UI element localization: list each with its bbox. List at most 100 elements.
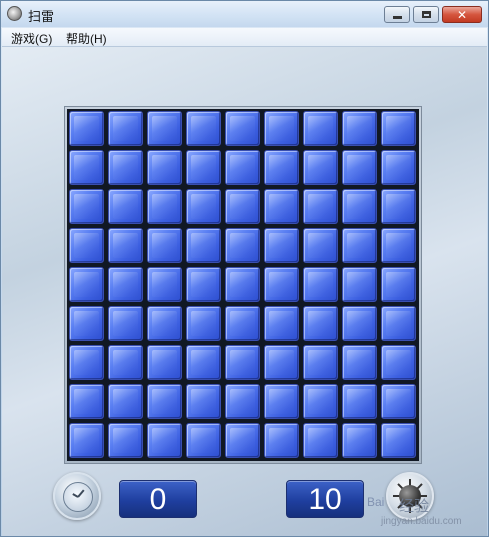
mine-cell[interactable] bbox=[108, 423, 143, 458]
mine-cell[interactable] bbox=[342, 111, 377, 146]
mine-cell[interactable] bbox=[381, 306, 416, 341]
maximize-icon bbox=[421, 11, 431, 18]
mine-cell[interactable] bbox=[108, 345, 143, 380]
clock-face bbox=[63, 482, 93, 512]
mine-cell[interactable] bbox=[186, 189, 221, 224]
mine-cell[interactable] bbox=[69, 345, 104, 380]
mine-cell[interactable] bbox=[264, 267, 299, 302]
mine-cell[interactable] bbox=[303, 384, 338, 419]
mine-cell[interactable] bbox=[264, 111, 299, 146]
mine-cell[interactable] bbox=[225, 111, 260, 146]
mine-cell[interactable] bbox=[108, 111, 143, 146]
mine-cell[interactable] bbox=[147, 267, 182, 302]
mine-cell[interactable] bbox=[147, 384, 182, 419]
mine-cell[interactable] bbox=[147, 111, 182, 146]
mine-cell[interactable] bbox=[381, 384, 416, 419]
menu-game[interactable]: 游戏(G) bbox=[11, 30, 52, 47]
mine-cell[interactable] bbox=[69, 423, 104, 458]
clock-icon bbox=[53, 472, 101, 520]
minimize-button[interactable] bbox=[384, 6, 410, 23]
mine-cell[interactable] bbox=[108, 267, 143, 302]
mine-cell[interactable] bbox=[225, 306, 260, 341]
caption-buttons: ✕ bbox=[381, 6, 482, 24]
minimize-icon bbox=[392, 16, 402, 19]
mine-cell[interactable] bbox=[381, 267, 416, 302]
mine-cell[interactable] bbox=[381, 150, 416, 185]
mine-cell[interactable] bbox=[303, 111, 338, 146]
mine-cell[interactable] bbox=[303, 189, 338, 224]
mine-cell[interactable] bbox=[381, 345, 416, 380]
mine-cell[interactable] bbox=[186, 306, 221, 341]
mine-cell[interactable] bbox=[108, 228, 143, 263]
mine-cell[interactable] bbox=[186, 267, 221, 302]
mine-cell[interactable] bbox=[69, 384, 104, 419]
mine-cell[interactable] bbox=[342, 267, 377, 302]
minefield-grid bbox=[67, 109, 419, 461]
mine-cell[interactable] bbox=[186, 345, 221, 380]
title-bar[interactable]: 扫雷 ✕ bbox=[1, 1, 488, 27]
mine-cell[interactable] bbox=[186, 384, 221, 419]
mine-cell[interactable] bbox=[342, 189, 377, 224]
mine-cell[interactable] bbox=[342, 228, 377, 263]
mine-cell[interactable] bbox=[381, 423, 416, 458]
mine-cell[interactable] bbox=[69, 111, 104, 146]
mine-cell[interactable] bbox=[303, 228, 338, 263]
mine-cell[interactable] bbox=[225, 150, 260, 185]
mine-cell[interactable] bbox=[264, 150, 299, 185]
mine-cell[interactable] bbox=[69, 228, 104, 263]
mine-cell[interactable] bbox=[264, 423, 299, 458]
mine-cell[interactable] bbox=[186, 111, 221, 146]
mine-cell[interactable] bbox=[147, 228, 182, 263]
watermark-url: jingyan.baidu.com bbox=[381, 516, 462, 527]
mine-cell[interactable] bbox=[108, 189, 143, 224]
mine-cell[interactable] bbox=[225, 267, 260, 302]
watermark-text: 经验 bbox=[399, 497, 430, 515]
mine-cell[interactable] bbox=[303, 150, 338, 185]
mine-cell[interactable] bbox=[108, 150, 143, 185]
mine-cell[interactable] bbox=[342, 150, 377, 185]
mine-cell[interactable] bbox=[342, 423, 377, 458]
maximize-button[interactable] bbox=[413, 6, 439, 23]
mine-cell[interactable] bbox=[147, 189, 182, 224]
mine-cell[interactable] bbox=[342, 384, 377, 419]
mine-cell[interactable] bbox=[225, 384, 260, 419]
mine-cell[interactable] bbox=[147, 306, 182, 341]
mine-cell[interactable] bbox=[69, 189, 104, 224]
menu-bar: 游戏(G) 帮助(H) bbox=[2, 28, 487, 47]
mine-cell[interactable] bbox=[381, 111, 416, 146]
close-button[interactable]: ✕ bbox=[442, 6, 482, 23]
mine-cell[interactable] bbox=[225, 189, 260, 224]
minesweeper-window: 扫雷 ✕ 游戏(G) 帮助(H) 0 10 Bai 经验 jingyan.bai… bbox=[0, 0, 489, 537]
mine-cell[interactable] bbox=[147, 345, 182, 380]
mine-cell[interactable] bbox=[303, 306, 338, 341]
mine-cell[interactable] bbox=[225, 423, 260, 458]
mine-cell[interactable] bbox=[303, 345, 338, 380]
mine-cell[interactable] bbox=[225, 228, 260, 263]
time-counter: 0 bbox=[119, 480, 197, 518]
mine-cell[interactable] bbox=[303, 267, 338, 302]
minesweeper-app-icon[interactable] bbox=[7, 6, 22, 21]
mine-cell[interactable] bbox=[342, 345, 377, 380]
mine-cell[interactable] bbox=[381, 228, 416, 263]
mine-cell[interactable] bbox=[69, 150, 104, 185]
mine-cell[interactable] bbox=[186, 228, 221, 263]
mine-cell[interactable] bbox=[264, 189, 299, 224]
mine-cell[interactable] bbox=[264, 306, 299, 341]
mine-cell[interactable] bbox=[108, 384, 143, 419]
mine-cell[interactable] bbox=[303, 423, 338, 458]
mine-cell[interactable] bbox=[264, 384, 299, 419]
watermark-logo: Bai bbox=[367, 495, 385, 509]
mine-cell[interactable] bbox=[69, 306, 104, 341]
mine-cell[interactable] bbox=[342, 306, 377, 341]
mine-cell[interactable] bbox=[69, 267, 104, 302]
mine-cell[interactable] bbox=[186, 150, 221, 185]
mine-cell[interactable] bbox=[186, 423, 221, 458]
mine-cell[interactable] bbox=[147, 423, 182, 458]
mine-cell[interactable] bbox=[264, 345, 299, 380]
mine-cell[interactable] bbox=[225, 345, 260, 380]
mine-cell[interactable] bbox=[264, 228, 299, 263]
mine-cell[interactable] bbox=[147, 150, 182, 185]
mine-cell[interactable] bbox=[381, 189, 416, 224]
mine-cell[interactable] bbox=[108, 306, 143, 341]
menu-help[interactable]: 帮助(H) bbox=[66, 30, 107, 47]
